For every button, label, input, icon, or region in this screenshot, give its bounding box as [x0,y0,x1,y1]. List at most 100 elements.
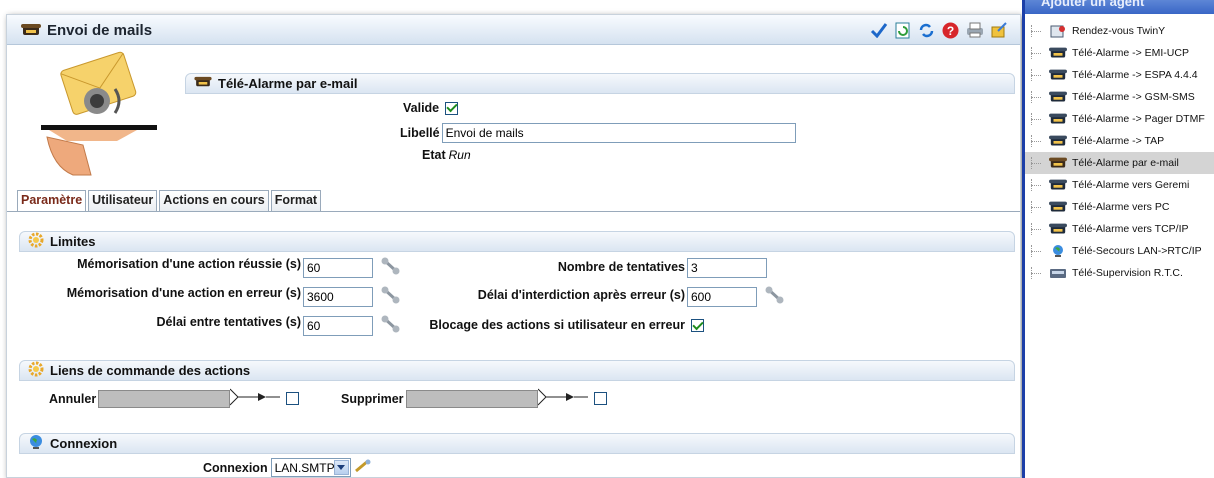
agent-list: Rendez-vous TwinY Télé-Alarme -> EMI-UCP T… [1025,20,1214,284]
limites-title: Limites [50,234,96,249]
libelle-input[interactable]: Envoi de mails [441,123,796,143]
phone-icon [1049,90,1067,104]
agent-item[interactable]: Rendez-vous TwinY [1025,20,1214,42]
agent-item[interactable]: Télé-Alarme vers PC [1025,196,1214,218]
tab-divider [7,211,1020,212]
mem-erreur-label: Mémorisation d'une action en erreur (s) [66,286,301,300]
phone-icon [1049,68,1067,82]
supprimer-label: Supprimer [341,391,404,406]
sync-icon[interactable] [917,21,936,39]
connexion-value: LAN.SMTP [274,460,335,475]
tree-connector [1031,229,1041,230]
tree-connector [1031,97,1041,98]
arrow-icon [537,388,594,409]
agent-item-label: Télé-Supervision R.T.C. [1072,267,1183,279]
help-icon[interactable]: ? [941,21,960,39]
agent-item[interactable]: Télé-Alarme vers Geremi [1025,174,1214,196]
export-icon[interactable] [989,21,1008,39]
delai-tentatives-input[interactable]: 60 [303,315,373,336]
wrench-icon[interactable] [381,315,401,336]
agent-item[interactable]: Télé-Alarme vers TCP/IP [1025,218,1214,240]
delai-tentatives-label: Délai entre tentatives (s) [156,315,302,329]
info-panel: Télé-Alarme par e-mail Valide Libellé En… [185,73,1015,173]
svg-text:?: ? [947,24,954,38]
agent-item[interactable]: Télé-Alarme par e-mail [1025,152,1214,174]
connexion-select[interactable]: LAN.SMTP [270,458,351,477]
liens-header: Liens de commande des actions [19,360,1015,381]
libelle-label: Libellé [400,126,440,140]
annuler-label: Annuler [49,391,97,406]
tree-connector [1031,163,1041,164]
tab-format[interactable]: Format [270,190,322,211]
agent-item[interactable]: Télé-Supervision R.T.C. [1025,262,1214,284]
connexion-title: Connexion [50,436,118,451]
agent-item-label: Télé-Alarme par e-mail [1072,157,1179,169]
limites-header: Limites [19,231,1015,252]
agent-item-label: Télé-Secours LAN->RTC/IP [1072,245,1202,257]
mem-erreur-input[interactable]: 3600 [303,286,373,307]
agent-item[interactable]: Télé-Alarme -> GSM-SMS [1025,86,1214,108]
print-icon[interactable] [965,21,984,39]
refresh-doc-icon[interactable] [893,21,912,39]
agent-item-label: Télé-Alarme -> GSM-SMS [1072,91,1195,103]
agent-item[interactable]: Télé-Alarme -> TAP [1025,130,1214,152]
tree-connector [1031,31,1041,32]
connexion-header: Connexion [19,433,1015,454]
agent-item-label: Télé-Alarme vers Geremi [1072,179,1190,191]
rendezvous-icon [1049,24,1067,38]
agent-panel: Ajouter un agent Rendez-vous TwinY Télé-A… [1022,0,1214,478]
tab-actions-en-cours[interactable]: Actions en cours [159,190,269,211]
connexion-label: Connexion [203,460,268,475]
connection-edit-icon[interactable] [354,459,371,476]
blocage-checkbox[interactable] [691,319,704,332]
phone-icon [1049,222,1067,236]
wrench-icon[interactable] [381,257,401,278]
mail-tray-illustration [37,49,167,179]
gear-icon [28,232,44,251]
info-section-header: Télé-Alarme par e-mail [185,73,1015,94]
supprimer-command-bar[interactable] [405,389,538,408]
connexion-section: Connexion Connexion LAN.SMTP [19,433,1015,477]
window-title: Envoi de mails [47,22,153,39]
agent-item-label: Télé-Alarme -> Pager DTMF [1072,113,1205,125]
tree-connector [1031,53,1041,54]
phone-icon [1049,200,1067,214]
title-bar: Envoi de mails ? [7,15,1020,45]
mem-reussie-label: Mémorisation d'une action réussie (s) [77,257,301,271]
nb-tentatives-input[interactable]: 3 [687,258,767,278]
nb-tentatives-label: Nombre de tentatives [557,260,685,274]
phone-icon [21,23,41,40]
etat-label: Etat [422,148,446,162]
annuler-checkbox[interactable] [286,392,300,405]
agent-item-label: Rendez-vous TwinY [1072,25,1166,37]
agent-item[interactable]: Télé-Secours LAN->RTC/IP [1025,240,1214,262]
tab-utilisateur[interactable]: Utilisateur [88,190,158,211]
phone-icon [1049,46,1067,60]
wrench-icon[interactable] [381,286,401,307]
liens-title: Liens de commande des actions [50,363,251,378]
phone-icon [1049,178,1067,192]
globe-icon [1049,244,1067,258]
liens-section: Liens de commande des actions Annuler Su… [19,360,1015,410]
supprimer-checkbox[interactable] [593,392,607,405]
tree-connector [1031,185,1041,186]
annuler-command-bar[interactable] [98,389,231,408]
agent-item[interactable]: Télé-Alarme -> EMI-UCP [1025,42,1214,64]
agent-item[interactable]: Télé-Alarme -> Pager DTMF [1025,108,1214,130]
agent-item-label: Télé-Alarme vers PC [1072,201,1170,213]
blocage-label: Blocage des actions si utilisateur en er… [429,318,685,332]
tab-parametre[interactable]: Paramètre [17,190,87,211]
globe-icon [28,434,44,453]
valide-checkbox[interactable] [445,101,459,115]
toolbar: ? [869,21,1008,39]
delai-interdiction-input[interactable]: 600 [687,286,757,307]
check-icon[interactable] [869,21,888,39]
phone-icon [1049,112,1067,126]
wrench-icon[interactable] [765,286,785,307]
agent-item[interactable]: Télé-Alarme -> ESPA 4.4.4 [1025,64,1214,86]
chevron-down-icon[interactable] [333,460,349,475]
agent-item-label: Télé-Alarme -> EMI-UCP [1072,47,1189,59]
main-window: Envoi de mails ? Télé-Alarme par e-mail … [6,14,1021,478]
tree-connector [1031,251,1041,252]
mem-reussie-input[interactable]: 60 [303,257,373,278]
